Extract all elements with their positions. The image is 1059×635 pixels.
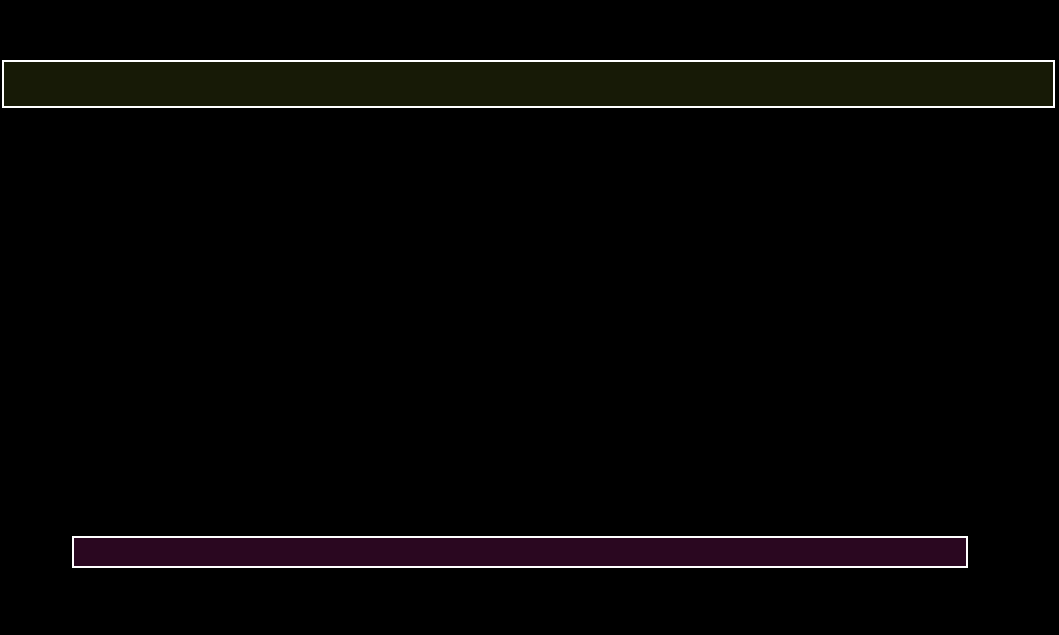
encoder-input-strip (2, 60, 1055, 108)
decoder-input-label-row (60, 411, 980, 439)
diagram-canvas (0, 0, 1059, 635)
decoder-output-strip (72, 536, 968, 568)
decoder-cell-row (60, 460, 980, 512)
encoder-cell-row (2, 122, 1055, 168)
